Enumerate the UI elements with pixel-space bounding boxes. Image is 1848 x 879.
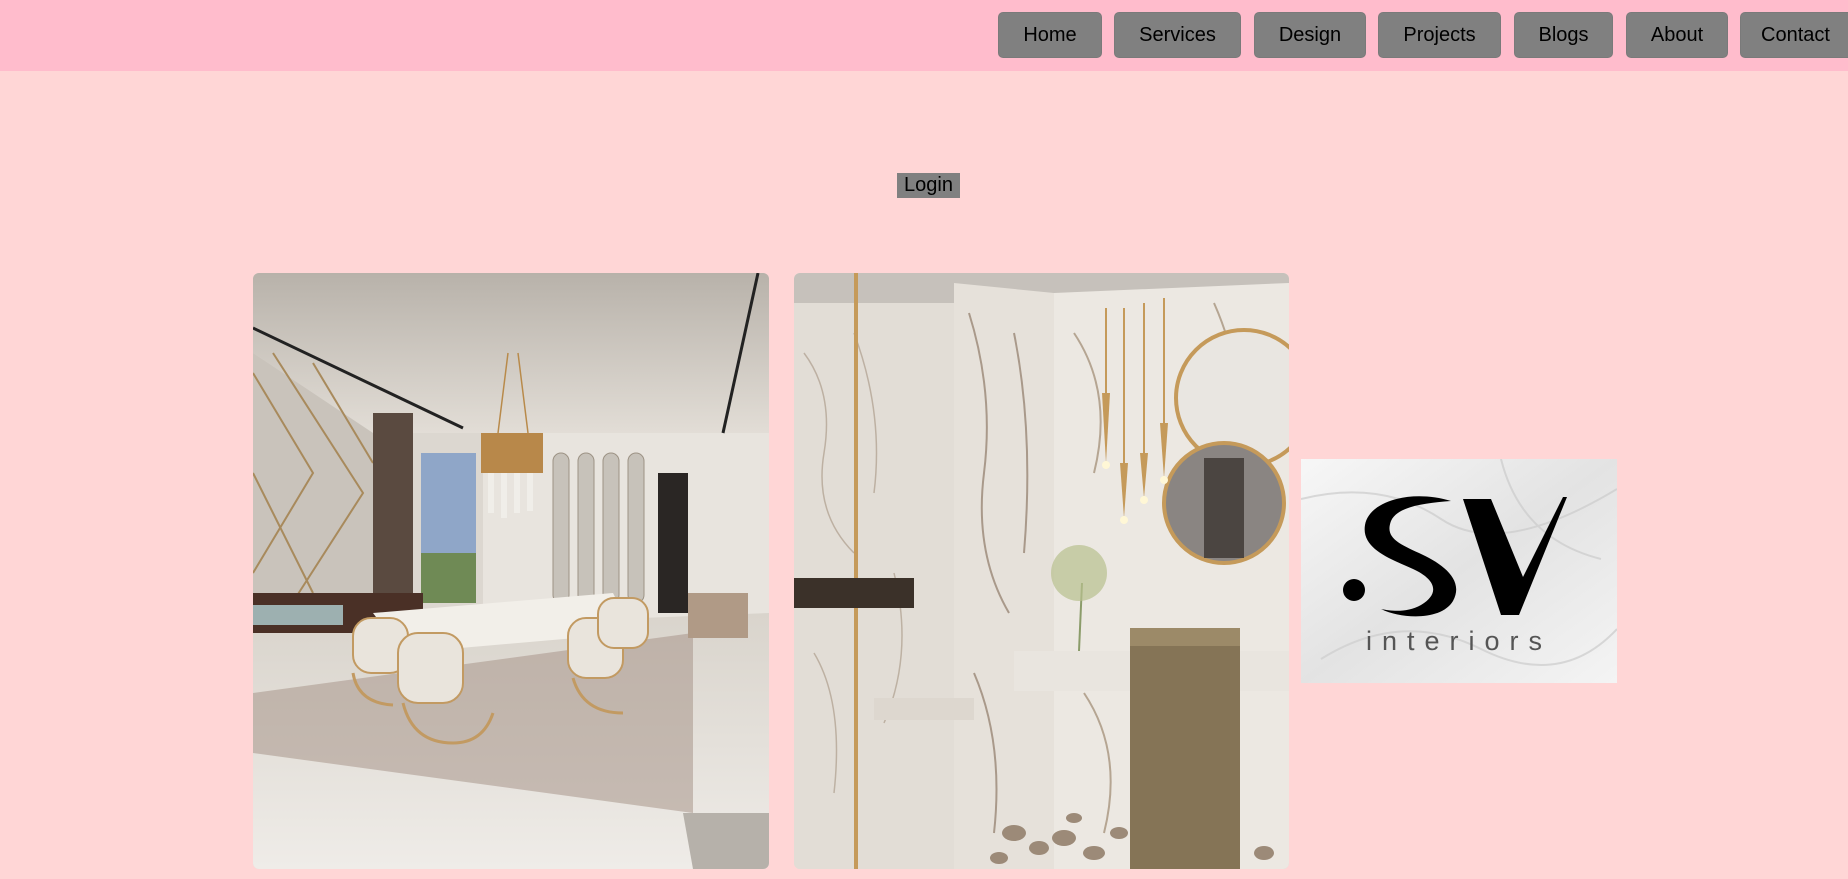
dining-room-photo — [253, 273, 769, 869]
nav-services-button[interactable]: Services — [1114, 12, 1241, 58]
nav-about-button[interactable]: About — [1626, 12, 1728, 58]
sv-interiors-logo: interiors — [1301, 459, 1617, 683]
bathroom-illustration — [794, 273, 1289, 869]
nav-home-button[interactable]: Home — [998, 12, 1102, 58]
dining-room-illustration — [253, 273, 769, 869]
top-navigation-bar: Home Services Design Projects Blogs Abou… — [0, 0, 1848, 71]
bathroom-photo — [794, 273, 1289, 869]
nav-contact-button[interactable]: Contact — [1740, 12, 1848, 58]
login-button[interactable]: Login — [897, 173, 960, 198]
nav-blogs-button[interactable]: Blogs — [1514, 12, 1613, 58]
nav-design-button[interactable]: Design — [1254, 12, 1366, 58]
logo-tagline: interiors — [1365, 626, 1553, 656]
nav-projects-button[interactable]: Projects — [1378, 12, 1501, 58]
